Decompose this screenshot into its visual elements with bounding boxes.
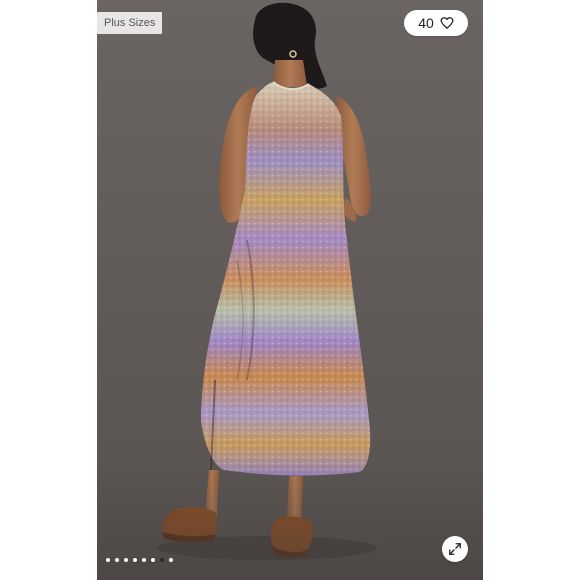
heart-outline-icon	[440, 16, 454, 30]
carousel-dot[interactable]	[115, 558, 119, 562]
carousel-pagination	[106, 558, 173, 562]
product-photo[interactable]	[97, 0, 483, 580]
carousel-dot[interactable]	[151, 558, 155, 562]
carousel-dot[interactable]	[106, 558, 110, 562]
carousel-dot[interactable]	[124, 558, 128, 562]
expand-image-button[interactable]	[442, 536, 468, 562]
size-category-badge: Plus Sizes	[97, 12, 163, 34]
like-count: 40	[418, 15, 434, 31]
carousel-dot[interactable]	[142, 558, 146, 562]
listing-image-viewer: Plus Sizes 40	[0, 0, 580, 580]
carousel-dot[interactable]	[133, 558, 137, 562]
like-button[interactable]: 40	[404, 10, 468, 36]
floor-shadow	[97, 460, 483, 580]
expand-arrows-icon	[448, 542, 462, 556]
carousel-dot-active[interactable]	[160, 558, 164, 562]
carousel-dot[interactable]	[169, 558, 173, 562]
